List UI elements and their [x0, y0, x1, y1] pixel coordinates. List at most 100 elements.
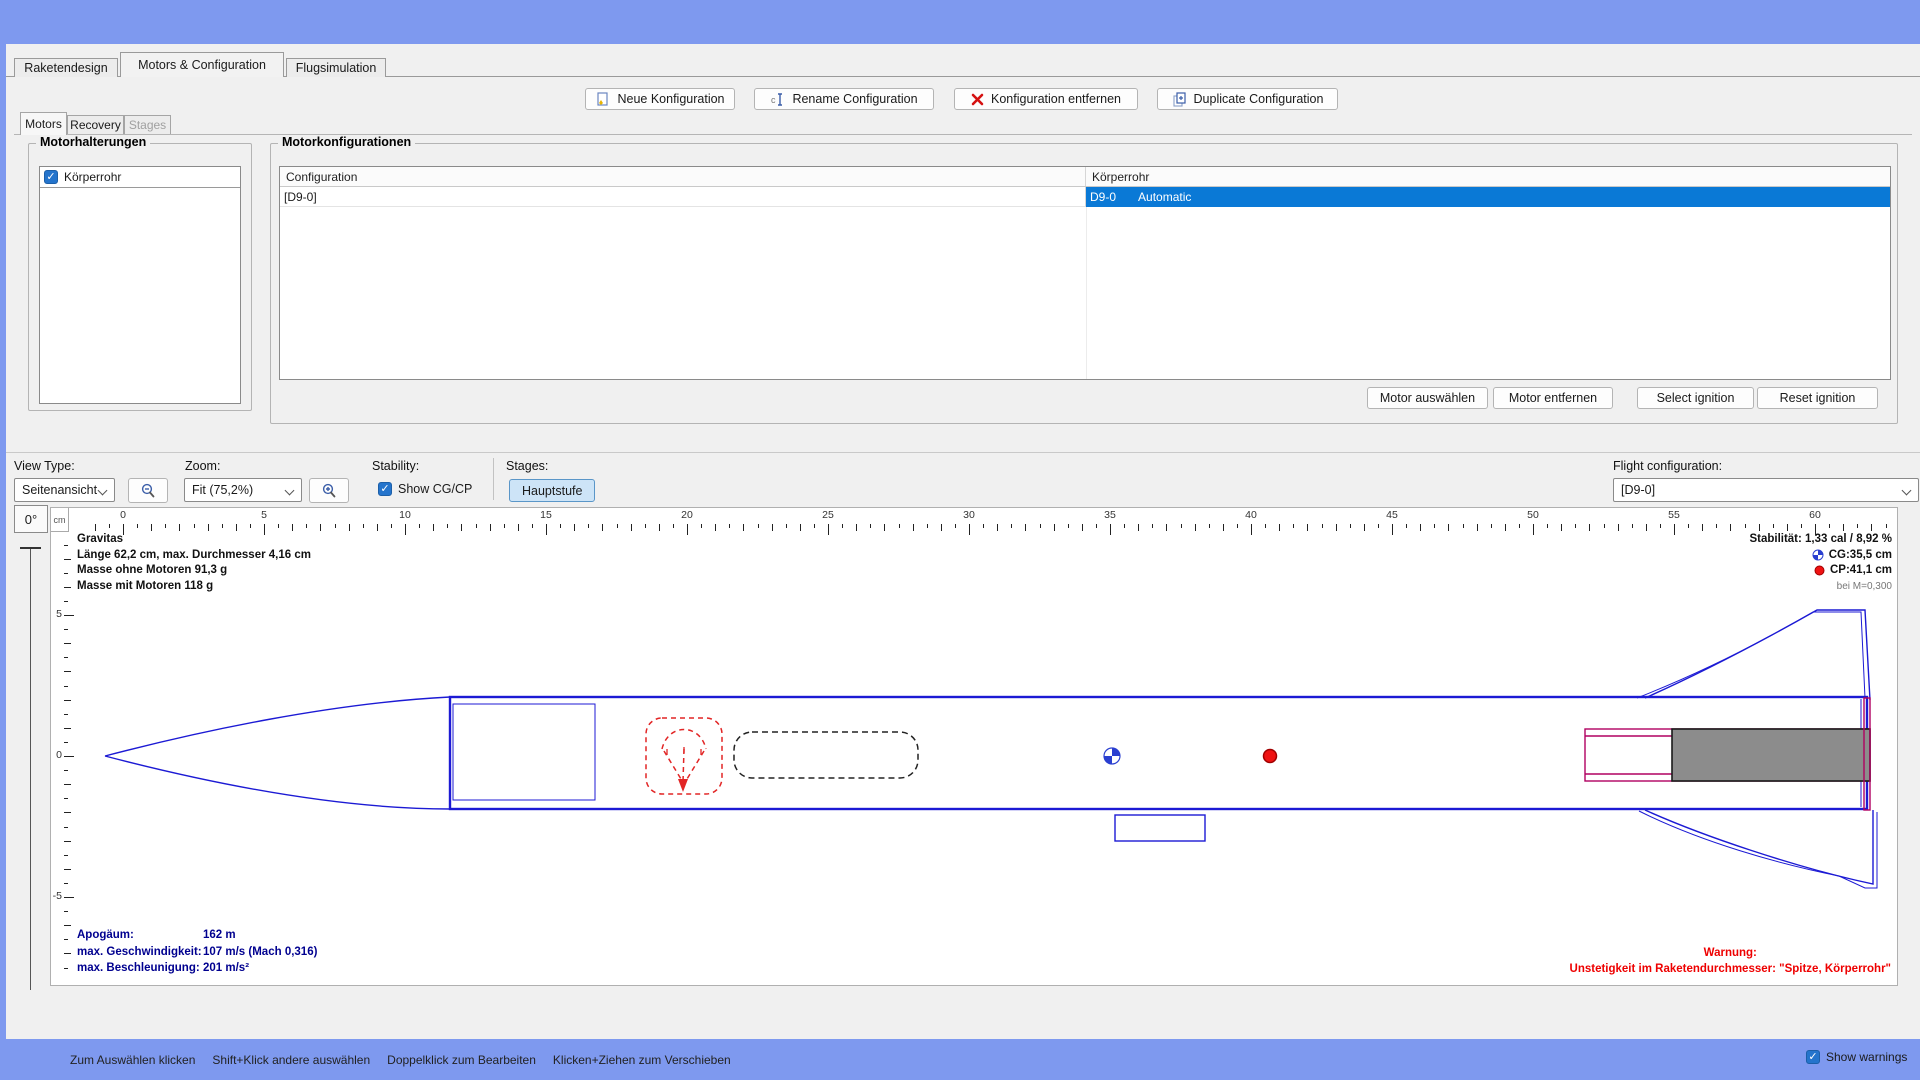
cell-configuration[interactable]: [D9-0]	[280, 187, 1086, 207]
cell-motor-selected[interactable]: D9-0 Automatic	[1086, 187, 1890, 207]
x-ruler-tick	[1505, 524, 1506, 531]
x-ruler-tick	[1434, 524, 1435, 528]
x-ruler-tick	[828, 524, 829, 535]
subtab-motors[interactable]: Motors	[20, 112, 67, 135]
button-label: Konfiguration entfernen	[991, 92, 1121, 106]
tab-label: Motors & Configuration	[138, 58, 266, 72]
y-ruler-tick	[64, 657, 68, 658]
show-warnings-control[interactable]: ✓ Show warnings	[1806, 1050, 1907, 1064]
show-warnings-checkbox[interactable]: ✓	[1806, 1050, 1820, 1064]
sim-line: Apogäum:162 m	[77, 927, 317, 944]
subtab-recovery[interactable]: Recovery	[67, 115, 124, 134]
show-cg-cp-label: Show CG/CP	[398, 482, 472, 496]
y-ruler-tick	[64, 911, 68, 912]
rotation-slider-handle[interactable]	[20, 547, 41, 549]
shock-cord[interactable]	[734, 732, 918, 778]
x-ruler-tick	[1745, 524, 1746, 528]
show-cg-cp-checkbox[interactable]: ✓	[378, 482, 392, 496]
tab-motors-configuration[interactable]: Motors & Configuration	[120, 52, 284, 77]
motor-designation: D9-0	[1090, 190, 1116, 204]
x-ruler-label: 25	[822, 509, 834, 521]
button-label: Select ignition	[1657, 391, 1735, 405]
groupbox-title: Motorhalterungen	[36, 135, 150, 149]
select-ignition-button[interactable]: Select ignition	[1637, 387, 1754, 409]
reset-ignition-button[interactable]: Reset ignition	[1757, 387, 1878, 409]
red-x-icon	[971, 93, 984, 106]
mount-item-koerperrohr[interactable]: ✓ Körperrohr	[40, 167, 240, 188]
x-ruler-tick	[1054, 524, 1055, 531]
view-type-select[interactable]: Seitenansicht	[14, 478, 115, 502]
remove-configuration-button[interactable]: Konfiguration entfernen	[954, 88, 1138, 110]
x-ruler-tick	[1702, 524, 1703, 531]
combo-value: Fit (75,2%)	[192, 483, 253, 497]
table-header: Configuration Körperrohr	[280, 167, 1890, 187]
lower-fin[interactable]	[1639, 810, 1877, 888]
launch-lug[interactable]	[1115, 815, 1205, 841]
x-ruler-tick	[1491, 524, 1492, 528]
tab-raketendesign[interactable]: Raketendesign	[14, 58, 118, 77]
rocket-canvas[interactable]: cm	[50, 507, 1898, 986]
y-ruler-tick	[64, 883, 68, 884]
tab-flugsimulation[interactable]: Flugsimulation	[286, 58, 386, 77]
mount-checkbox[interactable]: ✓	[44, 170, 58, 184]
x-ruler-tick	[179, 524, 180, 531]
motor[interactable]	[1672, 729, 1870, 781]
button-label: Rename Configuration	[792, 92, 917, 106]
x-ruler-tick	[1716, 524, 1717, 528]
x-ruler-tick	[447, 524, 448, 528]
table-row[interactable]: [D9-0] D9-0 Automatic	[280, 187, 1890, 207]
column-koerperrohr[interactable]: Körperrohr	[1086, 167, 1149, 186]
select-motor-button[interactable]: Motor auswählen	[1367, 387, 1488, 409]
x-ruler-tick	[461, 524, 462, 531]
x-ruler-tick	[899, 524, 900, 528]
rocket-mass-line: Masse ohne Motoren 91,3 g	[77, 563, 311, 579]
x-ruler-tick	[1406, 524, 1407, 528]
stage-toggle-hauptstufe[interactable]: Hauptstufe	[509, 479, 595, 502]
body-tube[interactable]	[450, 697, 1867, 809]
x-ruler-tick	[405, 524, 406, 535]
duplicate-configuration-button[interactable]: Duplicate Configuration	[1157, 88, 1338, 110]
y-ruler-tick	[64, 559, 71, 560]
x-ruler-tick	[306, 524, 307, 528]
y-ruler-tick	[64, 587, 71, 588]
zoom-out-button[interactable]	[128, 478, 168, 503]
show-cg-cp-control[interactable]: ✓ Show CG/CP	[378, 482, 472, 496]
remove-motor-button[interactable]: Motor entfernen	[1493, 387, 1613, 409]
flight-configuration-select[interactable]: [D9-0]	[1613, 478, 1919, 502]
stability-label: Stability:	[372, 459, 419, 473]
x-ruler-tick	[419, 524, 420, 528]
y-ruler-tick	[64, 601, 68, 602]
nose-cone[interactable]	[105, 697, 450, 809]
rename-configuration-button[interactable]: c Rename Configuration	[754, 88, 934, 110]
x-ruler-tick	[1279, 524, 1280, 531]
view-type-label: View Type:	[14, 459, 75, 473]
x-ruler-tick	[109, 524, 110, 528]
x-ruler-tick	[1871, 524, 1872, 531]
new-configuration-button[interactable]: Neue Konfiguration	[585, 88, 735, 110]
y-ruler-tick	[64, 798, 68, 799]
svg-text:c: c	[771, 95, 776, 105]
chevron-down-icon	[285, 486, 295, 496]
upper-fin[interactable]	[1637, 610, 1870, 700]
x-ruler-tick	[1773, 524, 1774, 528]
x-ruler-tick	[1166, 524, 1167, 531]
sim-value: 162 m	[203, 929, 236, 941]
x-ruler-tick	[194, 524, 195, 528]
x-ruler-tick	[363, 524, 364, 528]
sim-label: Apogäum:	[77, 927, 203, 944]
rotation-value: 0°	[25, 512, 37, 527]
zoom-in-button[interactable]	[309, 478, 349, 503]
button-label: Duplicate Configuration	[1194, 92, 1324, 106]
parachute[interactable]	[646, 718, 722, 794]
x-ruler-tick	[1857, 524, 1858, 528]
subtab-label: Stages	[129, 118, 166, 132]
x-ruler-tick	[1886, 524, 1887, 528]
column-configuration[interactable]: Configuration	[280, 167, 1086, 186]
zoom-select[interactable]: Fit (75,2%)	[184, 478, 302, 502]
subtab-label: Recovery	[70, 118, 121, 132]
x-ruler-tick	[518, 524, 519, 531]
rocket-info-block: Gravitas Länge 62,2 cm, max. Durchmesser…	[77, 532, 311, 594]
rotation-slider-track[interactable]	[30, 549, 31, 990]
x-ruler-tick	[927, 524, 928, 528]
nose-shoulder[interactable]	[453, 704, 595, 800]
